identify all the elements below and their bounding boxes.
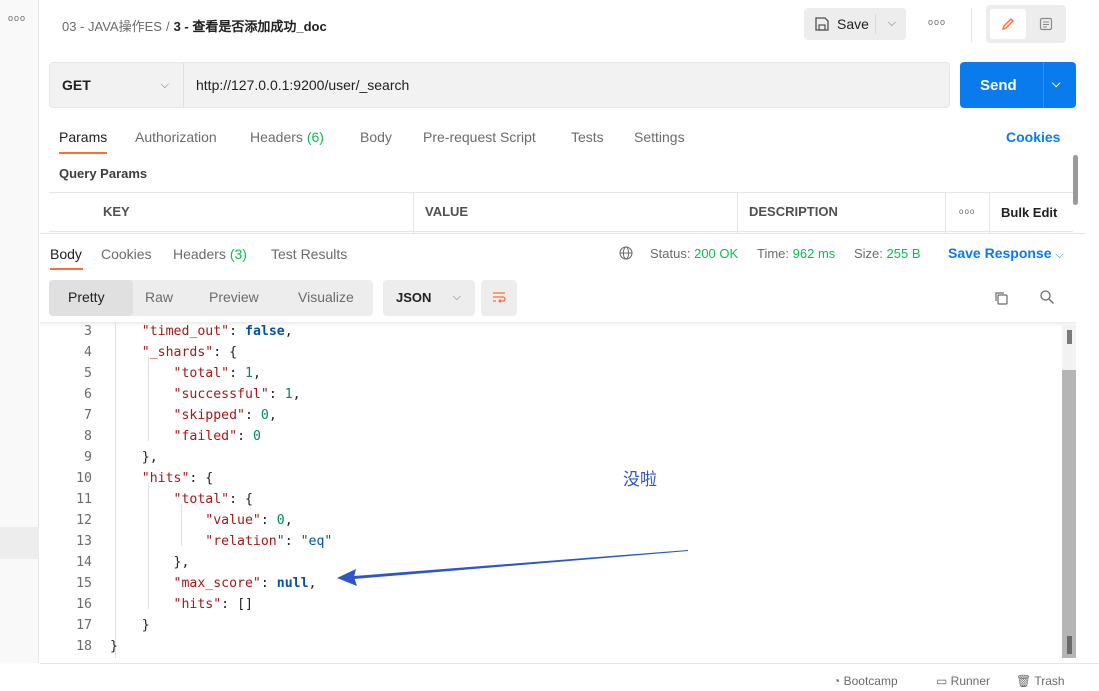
copy-icon[interactable] [993, 290, 1009, 306]
pencil-icon [1001, 18, 1014, 31]
response-tab-headers[interactable]: Headers (3) [173, 246, 247, 262]
save-button[interactable]: Save ⌵ [804, 8, 906, 40]
save-response-button[interactable]: Save Response ⌵ [948, 245, 1064, 262]
view-visualize[interactable]: Visualize [298, 289, 354, 305]
footer-bootcamp[interactable]: ◔ Bootcamp [833, 674, 898, 688]
code-line: 11 "total": { [76, 492, 253, 507]
request-scrollbar[interactable] [1073, 155, 1078, 205]
url-input[interactable]: http://127.0.0.1:9200/user/_search [196, 77, 409, 93]
cookies-link[interactable]: Cookies [1006, 129, 1060, 145]
request-titlebar: 03 - JAVA操作ES/ 3 - 查看是否添加成功_doc Save ⌵ oo… [40, 0, 1099, 52]
breadcrumb-request-name[interactable]: 3 - 查看是否添加成功_doc [174, 19, 327, 34]
view-preview[interactable]: Preview [209, 289, 259, 305]
footer-trash[interactable]: 🗑 Trash [1016, 674, 1065, 688]
format-select[interactable]: JSON ⌵ [383, 280, 475, 316]
breadcrumb-separator: / [165, 19, 170, 34]
chevron-down-icon: ⌵ [452, 291, 461, 303]
code-line: 6 "successful": 1, [84, 387, 301, 402]
tab-body[interactable]: Body [360, 129, 392, 145]
column-divider [413, 193, 414, 233]
response-tab-test-results[interactable]: Test Results [271, 246, 347, 262]
response-tab-body[interactable]: Body [50, 246, 82, 262]
tab-authorization[interactable]: Authorization [135, 129, 217, 145]
response-body-editor[interactable]: 3 "timed_out": false, 4 "_shards": { 5 "… [40, 322, 1076, 658]
wrap-lines-button[interactable] [481, 280, 517, 316]
method-label: GET [62, 77, 91, 93]
docs-mode-button[interactable] [1030, 9, 1062, 39]
save-divider [875, 14, 876, 34]
response-time[interactable]: Time: 962 ms [757, 246, 835, 261]
tab-headers[interactable]: Headers (6) [250, 129, 324, 145]
url-bar: GET ⌵ http://127.0.0.1:9200/user/_search [49, 62, 950, 108]
active-tab-indicator [50, 268, 83, 270]
response-tab-cookies[interactable]: Cookies [101, 246, 152, 262]
response-size[interactable]: Size: 255 B [854, 246, 921, 261]
chevron-down-icon[interactable]: ⌵ [1052, 78, 1060, 91]
tab-pre-request-script[interactable]: Pre-request Script [423, 129, 536, 145]
more-options-icon[interactable]: ooo [928, 17, 946, 27]
view-raw[interactable]: Raw [145, 289, 173, 305]
tab-tests[interactable]: Tests [571, 129, 604, 145]
column-divider [945, 193, 946, 233]
chevron-down-icon[interactable]: ⌵ [888, 17, 896, 30]
edit-mode-button[interactable] [990, 9, 1026, 39]
chevron-down-icon: ⌵ [160, 79, 169, 91]
bulk-edit-button[interactable]: Bulk Edit [1001, 205, 1057, 220]
code-line: 10 "hits": { [76, 471, 214, 486]
query-params-title: Query Params [59, 166, 148, 181]
code-line: 9 }, [84, 450, 158, 465]
response-bar: Body Cookies Headers (3) Test Results St… [40, 233, 1086, 273]
code-line: 3 "timed_out": false, [84, 324, 293, 339]
code-scrollbar-thumb[interactable] [1062, 370, 1076, 658]
format-label: JSON [396, 290, 432, 305]
code-line: 17 } [76, 618, 150, 633]
view-pretty[interactable]: Pretty [68, 289, 105, 305]
footer-runner[interactable]: ▭ Runner [936, 674, 990, 688]
documentation-icon [1039, 17, 1053, 31]
status-footer: ◔ Bootcamp ▭ Runner 🗑 Trash [40, 663, 1099, 691]
request-tabs: Params Authorization Headers (6) Body Pr… [49, 120, 1069, 156]
view-mode-bar: Pretty Raw Preview Visualize [49, 280, 373, 316]
code-line: 5 "total": 1, [84, 366, 261, 381]
left-sidebar: ooo [0, 0, 39, 663]
globe-icon[interactable] [619, 246, 633, 260]
code-line: 7 "skipped": 0, [84, 408, 277, 423]
annotation-text: 没啦 [623, 470, 657, 490]
column-divider [737, 193, 738, 233]
column-key: KEY [103, 204, 130, 219]
column-value: VALUE [425, 204, 469, 219]
tab-settings[interactable]: Settings [634, 129, 685, 145]
send-label: Send [980, 77, 1017, 94]
scrollbar-marker [1067, 330, 1072, 344]
code-line: 16 "hits": [] [76, 597, 253, 612]
send-button[interactable]: Send ⌵ [960, 62, 1076, 108]
code-line: 8 "failed": 0 [84, 429, 261, 444]
more-options-icon[interactable]: ooo [959, 207, 975, 216]
code-line: 12 "value": 0, [76, 513, 293, 528]
breadcrumb: 03 - JAVA操作ES/ 3 - 查看是否添加成功_doc [62, 16, 327, 35]
method-select[interactable]: GET ⌵ [50, 63, 184, 107]
wrap-icon [493, 292, 506, 303]
tab-params[interactable]: Params [59, 129, 107, 145]
response-status[interactable]: Status: 200 OK [650, 246, 738, 261]
breadcrumb-collection[interactable]: 03 - JAVA操作ES [62, 19, 162, 34]
sidebar-selected-item[interactable] [0, 527, 39, 559]
send-divider [1043, 62, 1044, 108]
divider [971, 8, 972, 42]
save-icon [815, 17, 829, 31]
active-tab-indicator [59, 152, 107, 154]
save-label: Save [837, 16, 869, 32]
code-line: 4 "_shards": { [84, 345, 238, 360]
annotation-arrow-icon [337, 550, 688, 586]
column-divider [989, 193, 990, 233]
mode-toggle [986, 5, 1066, 43]
column-description: DESCRIPTION [749, 204, 838, 219]
search-icon[interactable] [1039, 289, 1055, 305]
query-params-table: KEY VALUE DESCRIPTION ooo Bulk Edit [49, 192, 1073, 233]
more-dots-icon[interactable]: ooo [8, 13, 26, 23]
scrollbar-marker [1067, 636, 1072, 654]
code-line: 18} [76, 639, 118, 654]
